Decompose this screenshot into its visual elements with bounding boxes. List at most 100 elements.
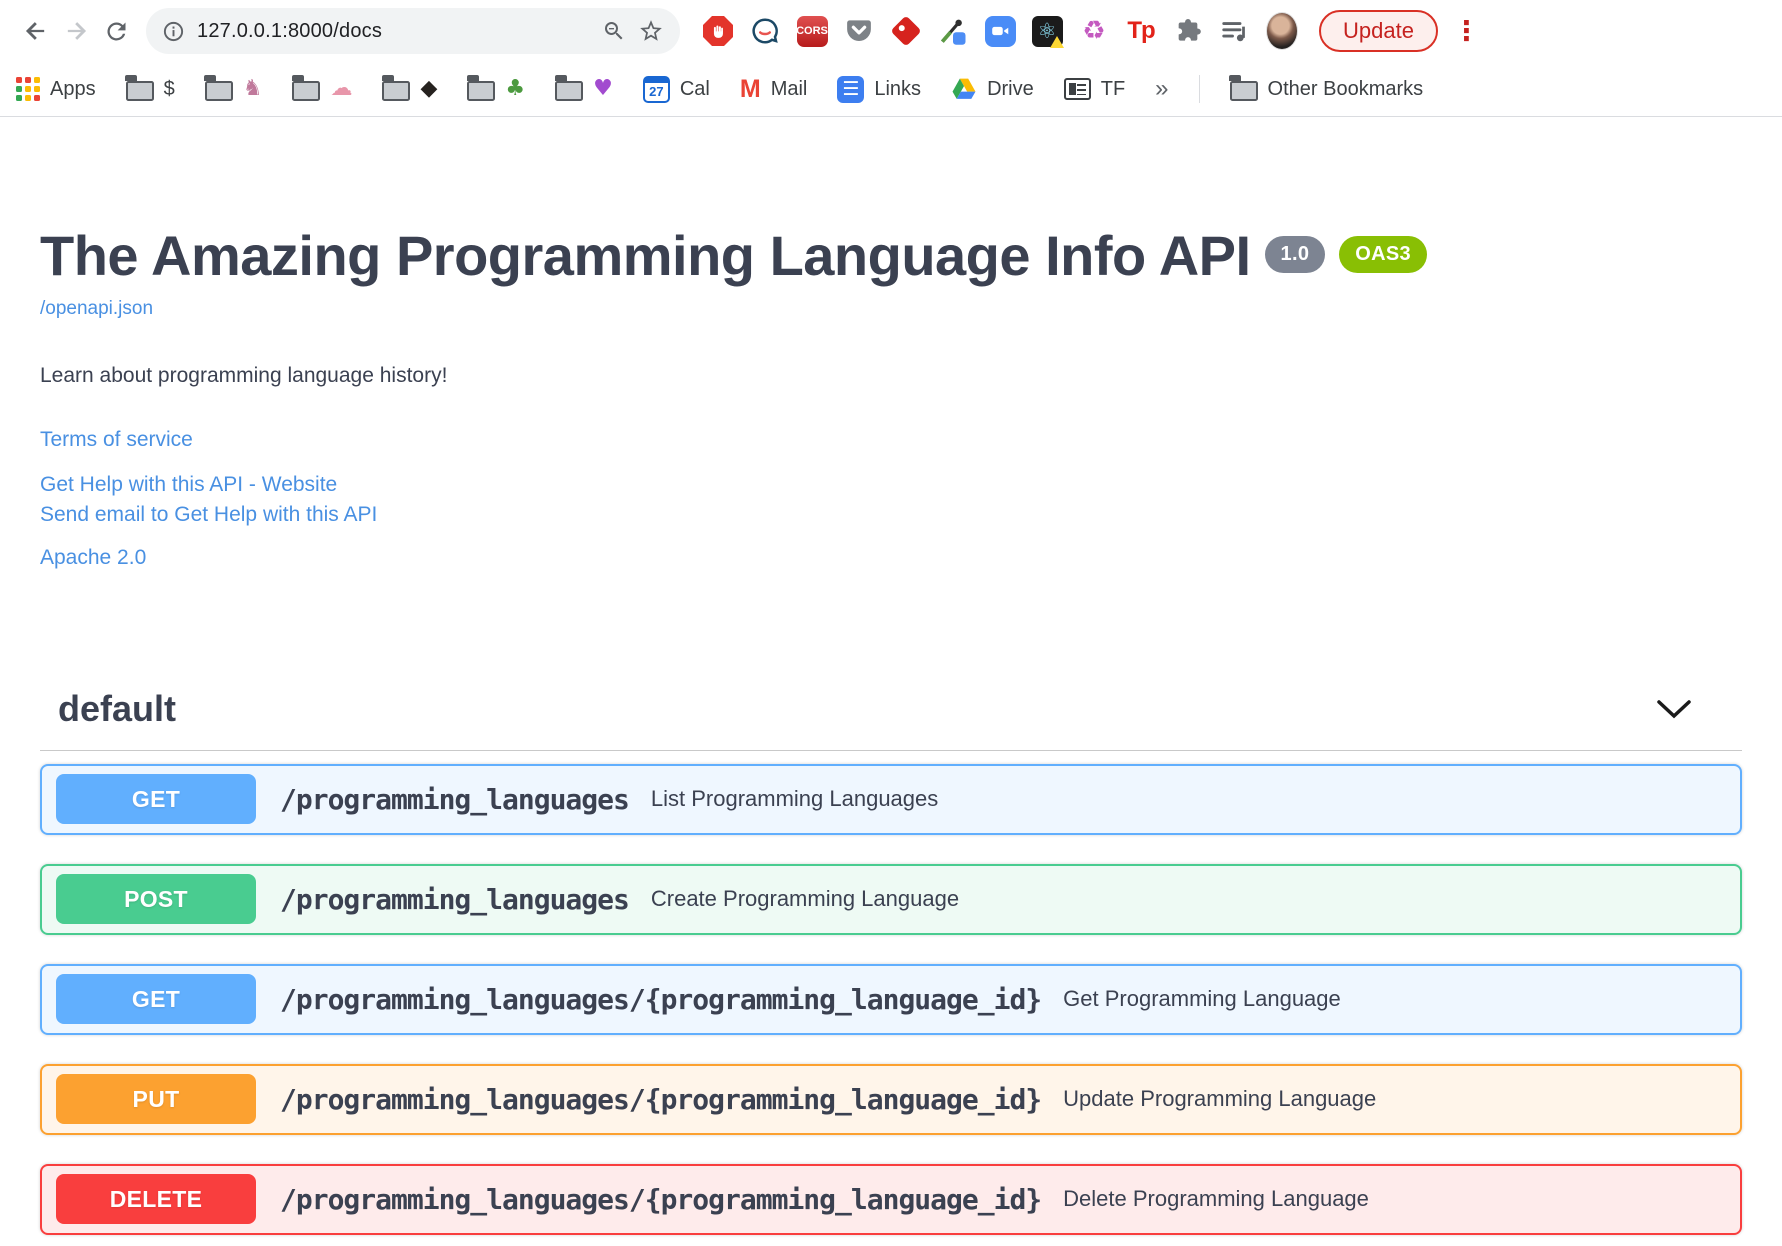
back-button[interactable] bbox=[16, 11, 56, 51]
adblocker-extension-icon[interactable] bbox=[702, 15, 734, 47]
bookmark-folder-graduation[interactable]: ◆ bbox=[381, 75, 438, 101]
openapi-json-link[interactable]: /openapi.json bbox=[40, 298, 153, 320]
endpoint-path: /programming_languages bbox=[280, 882, 630, 916]
endpoint-summary: Update Programming Language bbox=[1063, 1086, 1377, 1112]
bookmark-folder-dollar[interactable]: $ bbox=[125, 75, 175, 101]
license-link[interactable]: Apache 2.0 bbox=[40, 546, 146, 569]
dollar-sign-icon: $ bbox=[163, 77, 175, 100]
api-title-text: The Amazing Programming Language Info AP… bbox=[40, 224, 1251, 287]
folder-icon bbox=[466, 75, 496, 101]
bookmark-label: Mail bbox=[770, 77, 808, 100]
address-bar[interactable]: 127.0.0.1:8000/docs bbox=[146, 8, 680, 54]
bookmark-folder-herb[interactable]: ♣ bbox=[466, 75, 525, 101]
cors-badge: CORS bbox=[796, 15, 828, 47]
version-badge: 1.0 bbox=[1264, 236, 1326, 273]
zoom-out-icon[interactable] bbox=[602, 19, 626, 43]
bookmark-folder-brain[interactable]: ☁ bbox=[291, 75, 353, 101]
api-description: Learn about programming language history… bbox=[40, 364, 448, 387]
other-bookmarks-button[interactable]: Other Bookmarks bbox=[1229, 75, 1423, 101]
bookmark-tf[interactable]: TF bbox=[1063, 77, 1126, 101]
video-camera-icon bbox=[984, 15, 1016, 47]
list-lines-icon: ☰ bbox=[837, 75, 865, 103]
endpoint-delete[interactable]: DELETE /programming_languages/{programmi… bbox=[40, 1163, 1742, 1235]
diamond-icon bbox=[890, 15, 922, 47]
bookmark-folder-purple-heart[interactable]: ♥ bbox=[554, 75, 613, 101]
music-playlist-icon bbox=[1222, 22, 1245, 42]
folder-icon bbox=[291, 75, 321, 101]
chevron-down-icon[interactable] bbox=[1656, 699, 1692, 719]
bookmarks-overflow-button[interactable]: » bbox=[1155, 75, 1168, 103]
back-arrow-icon bbox=[25, 22, 45, 40]
help-email-link[interactable]: Send email to Get Help with this API bbox=[40, 503, 377, 526]
refined-extension-icon[interactable] bbox=[890, 15, 922, 47]
playlist-extension-icon[interactable] bbox=[1219, 15, 1251, 47]
folder-icon bbox=[1229, 75, 1258, 101]
bookmark-star-icon[interactable] bbox=[638, 18, 664, 44]
pocket-extension-icon[interactable] bbox=[843, 15, 875, 47]
browser-menu-button[interactable]: ⋮ bbox=[1453, 16, 1480, 47]
browser-toolbar: 127.0.0.1:8000/docs CORS ⚛ ♻ Tp Update ⋮ bbox=[0, 0, 1782, 62]
chat-extension-icon[interactable] bbox=[749, 15, 781, 47]
bookmark-label: Drive bbox=[987, 77, 1034, 100]
purple-heart-icon: ♥ bbox=[593, 76, 613, 101]
double-chevron-icon: » bbox=[1155, 75, 1169, 102]
endpoint-get-one[interactable]: GET /programming_languages/{programming_… bbox=[40, 963, 1742, 1035]
endpoint-get-list[interactable]: GET /programming_languages List Programm… bbox=[40, 763, 1742, 835]
bookmarks-bar: Apps $ ♞ ☁ ◆ ♣ ♥ 27 Cal M Mail ☰ Links D… bbox=[0, 62, 1782, 117]
endpoint-post-create[interactable]: POST /programming_languages Create Progr… bbox=[40, 863, 1742, 935]
reload-button[interactable] bbox=[96, 11, 136, 51]
bookmark-label: TF bbox=[1100, 77, 1126, 100]
recycle-icon: ♻ bbox=[1082, 16, 1106, 46]
default-section-header[interactable]: default bbox=[40, 688, 1742, 751]
operations-list: GET /programming_languages List Programm… bbox=[40, 763, 1742, 1235]
method-badge: GET bbox=[56, 974, 256, 1025]
google-drive-icon bbox=[952, 78, 976, 99]
pocket-icon bbox=[847, 20, 871, 41]
bookmark-apps[interactable]: Apps bbox=[16, 77, 96, 101]
graduation-cap-icon: ◆ bbox=[420, 76, 438, 101]
endpoint-summary: List Programming Languages bbox=[650, 786, 939, 812]
warning-triangle-icon bbox=[1049, 35, 1064, 48]
extensions-puzzle-button[interactable] bbox=[1172, 15, 1204, 47]
brain-icon: ☁ bbox=[330, 76, 353, 101]
method-badge: DELETE bbox=[56, 1174, 256, 1225]
help-website-link[interactable]: Get Help with this API - Website bbox=[40, 473, 337, 496]
tp-letters-icon: Tp bbox=[1127, 17, 1155, 44]
bookmark-label: Apps bbox=[50, 77, 96, 100]
endpoint-summary: Create Programming Language bbox=[650, 886, 960, 912]
url-text[interactable]: 127.0.0.1:8000/docs bbox=[197, 20, 382, 43]
bookmark-label: Cal bbox=[679, 77, 710, 100]
folder-icon bbox=[554, 75, 584, 101]
react-devtools-extension-icon[interactable]: ⚛ bbox=[1031, 15, 1064, 48]
site-info-icon[interactable] bbox=[162, 20, 185, 43]
endpoint-path: /programming_languages/{programming_lang… bbox=[280, 982, 1042, 1016]
bookmark-drive[interactable]: Drive bbox=[951, 77, 1034, 101]
section-title: default bbox=[58, 687, 177, 729]
bookmark-gmail[interactable]: M Mail bbox=[740, 75, 808, 104]
bookmark-calendar[interactable]: 27 Cal bbox=[642, 75, 710, 103]
terms-of-service-link[interactable]: Terms of service bbox=[40, 428, 193, 451]
bookmark-links[interactable]: ☰ Links bbox=[837, 75, 921, 103]
bookmark-folder-carousel[interactable]: ♞ bbox=[204, 75, 263, 101]
method-badge: GET bbox=[56, 774, 256, 825]
chrome-update-button[interactable]: Update bbox=[1319, 10, 1438, 52]
speech-bubble-icon bbox=[752, 18, 778, 44]
carousel-horse-icon: ♞ bbox=[242, 76, 263, 101]
extensions-row: CORS ⚛ ♻ Tp Update ⋮ bbox=[702, 10, 1768, 52]
news-card-icon bbox=[1063, 78, 1091, 100]
zoom-extension-icon[interactable] bbox=[984, 15, 1016, 47]
stop-hand-icon bbox=[703, 16, 733, 46]
eyedropper-extension-icon[interactable] bbox=[937, 15, 969, 47]
cors-extension-icon[interactable]: CORS bbox=[796, 15, 828, 47]
method-badge: POST bbox=[56, 874, 256, 925]
profile-avatar[interactable] bbox=[1266, 12, 1298, 50]
tp-extension-icon[interactable]: Tp bbox=[1125, 15, 1157, 47]
recycle-extension-icon[interactable]: ♻ bbox=[1078, 15, 1110, 47]
method-badge: PUT bbox=[56, 1074, 256, 1125]
forward-button[interactable] bbox=[56, 11, 96, 51]
puzzle-piece-icon bbox=[1178, 18, 1201, 41]
endpoint-path: /programming_languages bbox=[280, 782, 630, 816]
endpoint-put-update[interactable]: PUT /programming_languages/{programming_… bbox=[40, 1063, 1742, 1135]
default-tag-section: default GET /programming_languages List … bbox=[40, 688, 1742, 1235]
apps-grid-icon bbox=[16, 77, 40, 101]
